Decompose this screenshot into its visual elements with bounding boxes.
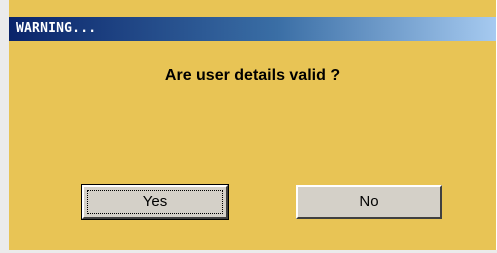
dialog-title: WARNING... [16, 21, 97, 36]
yes-button[interactable]: Yes [81, 184, 229, 220]
dialog-body: Are user details valid ? Yes No [9, 41, 496, 253]
yes-button-label: Yes [142, 193, 168, 210]
title-bar[interactable]: WARNING... [9, 17, 496, 41]
dialog-message: Are user details valid ? [164, 67, 341, 84]
no-button-label: No [359, 193, 379, 210]
warning-dialog: WARNING... Are user details valid ? Yes … [0, 0, 497, 253]
no-button[interactable]: No [296, 185, 442, 219]
